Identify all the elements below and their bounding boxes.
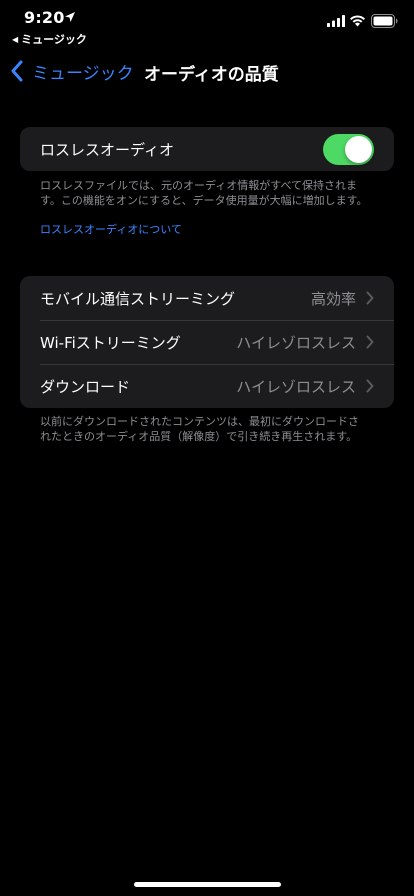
download-row[interactable]: ダウンロード ハイレゾロスレス	[20, 364, 394, 408]
back-to-app-link[interactable]: ◀ ミュージック	[12, 31, 87, 47]
cellular-streaming-value: 高効率	[310, 289, 356, 308]
status-time: 9:20	[24, 8, 65, 27]
lossless-description-line-1: ロスレスファイルでは、元のオーディオ情報がすべて保持されま	[40, 179, 358, 192]
download-footnote-line-2: れたときのオーディオ品質（解像度）で引き続き再生されます。	[40, 430, 358, 443]
battery-icon	[371, 14, 398, 28]
download-label: ダウンロード	[40, 377, 131, 396]
page-title: オーディオの品質	[144, 65, 279, 85]
nav-back-button[interactable]: ミュージック	[10, 58, 134, 84]
lossless-audio-label: ロスレスオーディオ	[40, 140, 174, 159]
download-value: ハイレゾロスレス	[236, 377, 356, 396]
wifi-streaming-row[interactable]: Wi-Fiストリーミング ハイレゾロスレス	[20, 320, 394, 364]
location-arrow-icon	[65, 12, 75, 22]
chevron-right-icon	[366, 291, 374, 305]
lossless-settings-group: ロスレスオーディオ	[20, 127, 394, 171]
status-bar: 9:20 ◀ ミュージック	[0, 0, 414, 48]
lossless-audio-row: ロスレスオーディオ	[20, 127, 394, 171]
lossless-description-line-2: す。この機能をオンにすると、データ使用量が大幅に増加します。	[40, 194, 368, 207]
toggle-knob	[345, 136, 372, 163]
navigation-bar: ミュージック オーディオの品質	[0, 54, 414, 88]
download-footnote-line-1: 以前にダウンロードされたコンテンツは、最初にダウンロードさ	[40, 415, 359, 428]
wifi-streaming-value: ハイレゾロスレス	[236, 333, 356, 352]
back-to-app-label: ミュージック	[21, 33, 87, 46]
chevron-right-icon	[366, 379, 374, 393]
cellular-signal-icon	[327, 15, 345, 27]
lossless-description: ロスレスファイルでは、元のオーディオ情報がすべて保持されま す。この機能をオンに…	[40, 178, 380, 208]
cellular-streaming-label: モバイル通信ストリーミング	[40, 289, 236, 308]
chevron-right-icon	[366, 335, 374, 349]
back-triangle-icon: ◀	[12, 35, 19, 44]
wifi-streaming-label: Wi-Fiストリーミング	[40, 333, 181, 352]
download-footnote: 以前にダウンロードされたコンテンツは、最初にダウンロードさ れたときのオーディオ…	[40, 414, 380, 444]
cellular-streaming-row[interactable]: モバイル通信ストリーミング 高効率	[20, 276, 394, 320]
wifi-icon	[350, 15, 365, 27]
about-lossless-audio-link[interactable]: ロスレスオーディオについて	[40, 221, 182, 237]
streaming-settings-group: モバイル通信ストリーミング 高効率 Wi-Fiストリーミング ハイレゾロスレス …	[20, 276, 394, 408]
home-indicator[interactable]	[134, 882, 281, 887]
chevron-left-icon	[11, 60, 23, 82]
lossless-audio-toggle[interactable]	[323, 134, 374, 165]
nav-back-label: ミュージック	[32, 63, 134, 84]
